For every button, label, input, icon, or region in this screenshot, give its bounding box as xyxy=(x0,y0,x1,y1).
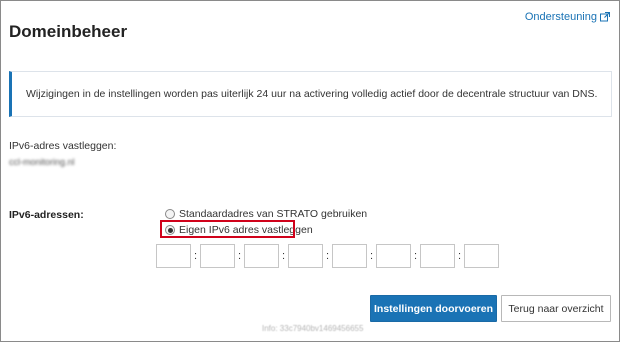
back-to-overview-button[interactable]: Terug naar overzicht xyxy=(501,295,611,322)
radio-default[interactable] xyxy=(165,209,175,219)
segment-separator: : xyxy=(193,250,198,262)
radio-option-default[interactable]: Standaardadres van STRATO gebruiken xyxy=(165,208,367,220)
segment-separator: : xyxy=(413,250,418,262)
radio-default-label[interactable]: Standaardadres van STRATO gebruiken xyxy=(179,208,367,220)
ipv6-segment-6[interactable] xyxy=(376,244,411,268)
info-banner-text: Wijzigingen in de instellingen worden pa… xyxy=(26,88,598,100)
radio-custom-label[interactable]: Eigen IPv6 adres vastleggen xyxy=(179,224,313,236)
radio-custom[interactable] xyxy=(165,225,175,235)
segment-separator: : xyxy=(369,250,374,262)
ipv6-addresses-label: IPv6-adressen: xyxy=(9,209,84,221)
footer-info-text: Info: 33c7940bv1469456655 xyxy=(262,324,364,333)
ipv6-section-heading: IPv6-adres vastleggen: xyxy=(9,140,117,152)
support-link[interactable]: Ondersteuning xyxy=(525,11,610,23)
segment-separator: : xyxy=(457,250,462,262)
segment-separator: : xyxy=(237,250,242,262)
ipv6-segment-5[interactable] xyxy=(332,244,367,268)
ipv6-segment-1[interactable] xyxy=(156,244,191,268)
radio-option-custom[interactable]: Eigen IPv6 adres vastleggen xyxy=(165,224,313,236)
ipv6-segment-3[interactable] xyxy=(244,244,279,268)
ipv6-segment-4[interactable] xyxy=(288,244,323,268)
ipv6-segment-8[interactable] xyxy=(464,244,499,268)
page-title: Domeinbeheer xyxy=(9,22,128,41)
external-link-icon xyxy=(600,12,610,22)
support-link-label[interactable]: Ondersteuning xyxy=(525,11,597,23)
ipv6-input-group: : : : : : : : xyxy=(156,244,499,268)
info-banner: Wijzigingen in de instellingen worden pa… xyxy=(9,71,612,117)
window-frame xyxy=(0,0,620,342)
domain-name: ccl-monitoring.nl xyxy=(9,157,75,167)
ipv6-segment-7[interactable] xyxy=(420,244,455,268)
segment-separator: : xyxy=(325,250,330,262)
apply-settings-button[interactable]: Instellingen doorvoeren xyxy=(370,295,497,322)
ipv6-segment-2[interactable] xyxy=(200,244,235,268)
segment-separator: : xyxy=(281,250,286,262)
